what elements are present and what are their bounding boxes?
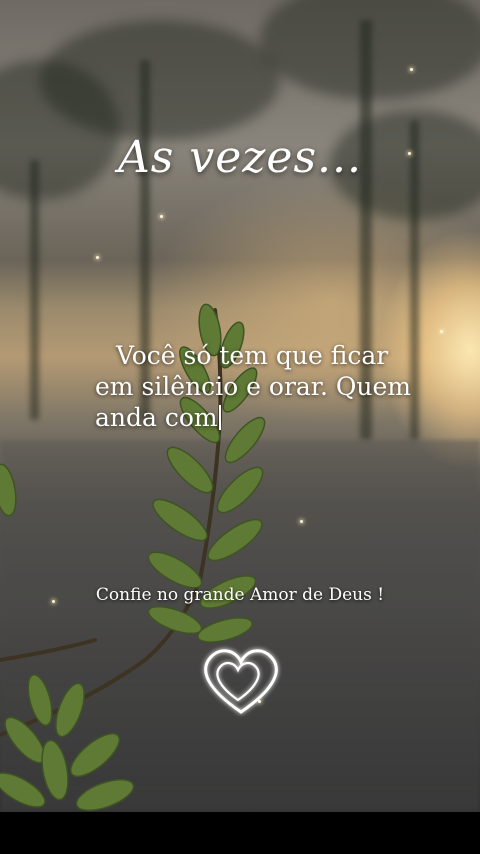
message-line: em silêncio e orar. Quem bbox=[95, 372, 412, 401]
typed-message: Você só tem que ficar em silêncio e orar… bbox=[95, 340, 415, 433]
message-line-text: anda com bbox=[95, 403, 218, 432]
sparkle bbox=[440, 330, 443, 333]
caption-text: Confie no grande Amor de Deus ! bbox=[95, 585, 385, 605]
story-screen: As vezes... Você só tem que ficar em sil… bbox=[0, 0, 480, 812]
bottom-bar bbox=[0, 812, 480, 854]
text-cursor bbox=[218, 405, 221, 430]
sparkle bbox=[410, 68, 413, 71]
sparkle bbox=[160, 215, 163, 218]
message-line: Você só tem que ficar bbox=[116, 341, 389, 370]
story-title: As vezes... bbox=[118, 132, 362, 183]
sparkle bbox=[96, 256, 99, 259]
message-line-last: anda com bbox=[95, 402, 415, 433]
double-heart-outline-icon bbox=[204, 649, 278, 714]
sparkle bbox=[300, 520, 303, 523]
